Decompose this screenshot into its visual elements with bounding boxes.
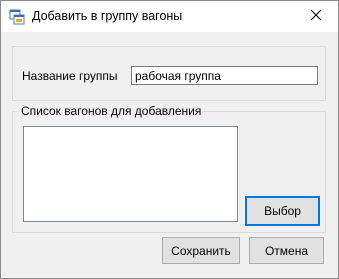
wagons-listbox[interactable] bbox=[23, 126, 238, 222]
app-window-icon bbox=[9, 9, 25, 25]
select-button[interactable]: Выбор bbox=[245, 196, 320, 226]
close-icon bbox=[310, 9, 322, 24]
group-name-panel: Название группы рабочая группа bbox=[12, 46, 326, 101]
wagons-groupbox-caption: Список вагонов для добавления bbox=[19, 104, 204, 118]
save-button[interactable]: Сохранить bbox=[162, 237, 240, 264]
cancel-button[interactable]: Отмена bbox=[249, 237, 324, 264]
window-title: Добавить в группу вагоны bbox=[32, 9, 183, 23]
group-name-input[interactable]: рабочая группа bbox=[131, 66, 318, 85]
group-name-label: Название группы bbox=[22, 69, 118, 83]
wagons-groupbox: Список вагонов для добавления Выбор bbox=[12, 104, 326, 233]
dialog-window: Добавить в группу вагоны Название группы… bbox=[0, 0, 339, 279]
title-bar: Добавить в группу вагоны bbox=[1, 1, 338, 32]
close-button[interactable] bbox=[293, 1, 338, 32]
